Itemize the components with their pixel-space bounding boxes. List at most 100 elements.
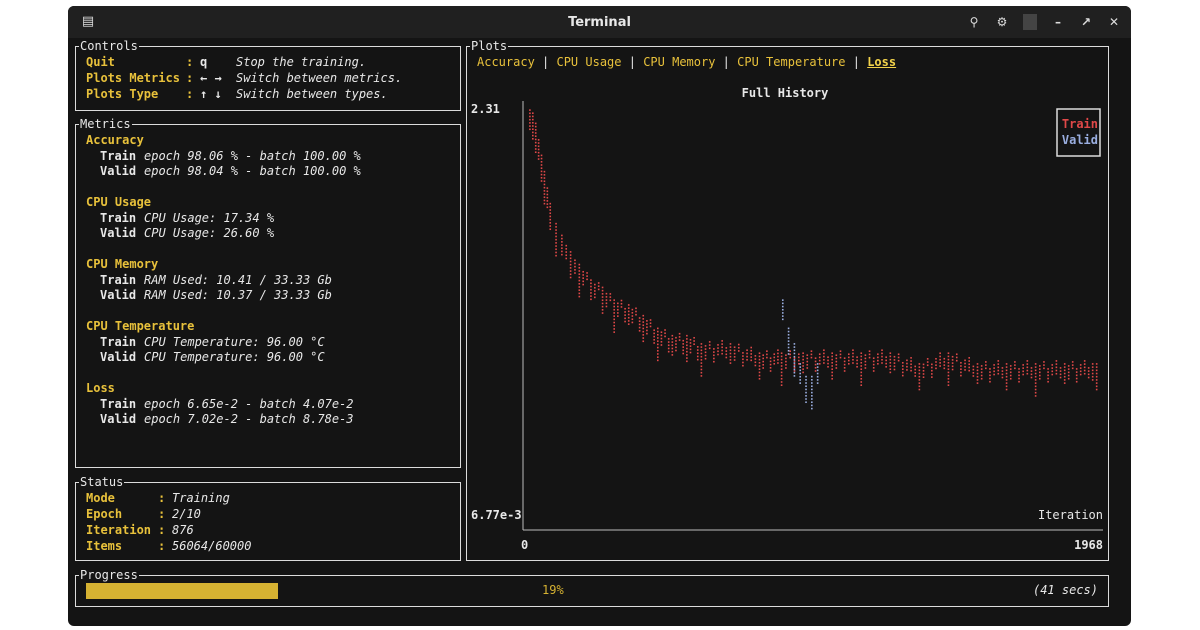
- data-point-train: [549, 218, 552, 221]
- data-point-train: [696, 352, 699, 355]
- data-point-valid: [799, 382, 802, 384]
- data-point-train: [843, 357, 846, 359]
- data-point-train: [689, 342, 692, 344]
- data-point-train: [721, 349, 723, 352]
- data-point-train: [1091, 375, 1094, 378]
- data-point-train: [534, 135, 537, 138]
- data-point-train: [656, 333, 659, 336]
- data-point-train: [897, 353, 900, 356]
- data-point-train: [569, 273, 572, 276]
- data-point-train: [856, 365, 858, 368]
- data-point-train: [582, 283, 584, 286]
- data-point-train: [642, 340, 645, 343]
- data-point-train: [565, 254, 568, 257]
- data-point-train: [964, 362, 966, 365]
- data-point-train: [729, 362, 732, 364]
- data-point-train: [713, 357, 715, 360]
- data-point-train: [1063, 382, 1066, 384]
- data-point-train: [935, 361, 937, 363]
- data-point-train: [700, 355, 703, 358]
- data-point-train: [1001, 373, 1004, 376]
- data-point-train: [597, 282, 600, 284]
- data-point-train: [910, 363, 912, 366]
- data-point-train: [534, 151, 537, 154]
- new-tab-icon[interactable]: ▤: [80, 13, 96, 29]
- data-point-train: [638, 320, 641, 322]
- data-point-train: [831, 368, 833, 370]
- data-point-train: [543, 186, 546, 189]
- data-point-train: [947, 368, 950, 370]
- data-point-train: [976, 366, 979, 368]
- data-point-train: [968, 360, 971, 362]
- data-point-train: [931, 376, 933, 378]
- data-point-train: [613, 318, 615, 321]
- data-point-train: [590, 292, 592, 294]
- x-max-label: 1968: [1074, 538, 1103, 552]
- settings-icon[interactable]: ⚙: [995, 15, 1009, 29]
- data-point-train: [631, 312, 634, 314]
- data-point-train: [617, 305, 619, 308]
- minimize-icon[interactable]: –: [1051, 15, 1065, 29]
- data-point-train: [785, 354, 787, 356]
- data-point-train: [769, 363, 772, 366]
- data-point-train: [989, 374, 991, 377]
- data-point-train: [708, 344, 711, 346]
- data-point-train: [918, 372, 921, 375]
- data-point-train: [758, 355, 761, 358]
- data-point-valid: [781, 308, 784, 311]
- data-point-train: [968, 366, 971, 369]
- data-point-train: [864, 363, 867, 366]
- data-point-train: [997, 369, 1000, 372]
- data-point-train: [1063, 379, 1066, 381]
- data-point-train: [613, 299, 615, 301]
- data-point-train: [1047, 380, 1049, 383]
- data-point-train: [847, 353, 850, 355]
- data-point-train: [914, 368, 917, 371]
- data-point-train: [897, 356, 900, 359]
- data-point-train: [762, 357, 765, 360]
- data-point-train: [1038, 365, 1041, 367]
- data-point-train: [582, 274, 584, 276]
- data-point-train: [656, 343, 659, 346]
- data-point-train: [675, 346, 677, 349]
- data-point-train: [646, 323, 648, 325]
- data-point-train: [758, 365, 761, 367]
- maximize-icon[interactable]: ↗: [1079, 15, 1093, 29]
- data-point-train: [885, 362, 887, 365]
- data-point-train: [780, 365, 783, 367]
- data-point-train: [546, 200, 549, 202]
- data-point-train: [1063, 372, 1066, 375]
- data-point-train: [972, 365, 975, 368]
- data-point-train: [1005, 369, 1008, 372]
- data-point-train: [926, 364, 929, 367]
- data-point-train: [613, 324, 615, 327]
- data-point-train: [555, 229, 557, 231]
- data-point-train: [594, 296, 596, 299]
- data-point-train: [754, 364, 757, 367]
- data-point-train: [1022, 367, 1024, 369]
- data-point-train: [660, 340, 663, 343]
- data-point-train: [831, 371, 833, 374]
- data-point-valid: [781, 302, 784, 305]
- data-point-train: [529, 112, 531, 115]
- data-point-train: [597, 288, 600, 291]
- search-icon[interactable]: ⚲: [967, 15, 981, 29]
- data-point-train: [997, 366, 1000, 369]
- data-point-train: [922, 366, 925, 369]
- data-point-valid: [805, 391, 807, 394]
- data-point-train: [993, 373, 995, 376]
- data-point-train: [532, 137, 534, 140]
- data-point-train: [656, 346, 659, 349]
- data-point-valid: [805, 379, 807, 381]
- status-panel: Status Mode: Training Epoch:2/10 Iteration:…: [75, 474, 461, 561]
- data-point-train: [667, 350, 670, 353]
- data-point-train: [686, 354, 688, 356]
- data-point-train: [762, 360, 765, 363]
- data-point-train: [642, 314, 645, 317]
- data-point-train: [1038, 368, 1041, 370]
- data-point-train: [818, 359, 821, 362]
- data-point-train: [889, 368, 892, 370]
- close-icon[interactable]: ✕: [1107, 15, 1121, 29]
- data-point-train: [881, 352, 883, 355]
- data-point-train: [561, 253, 563, 256]
